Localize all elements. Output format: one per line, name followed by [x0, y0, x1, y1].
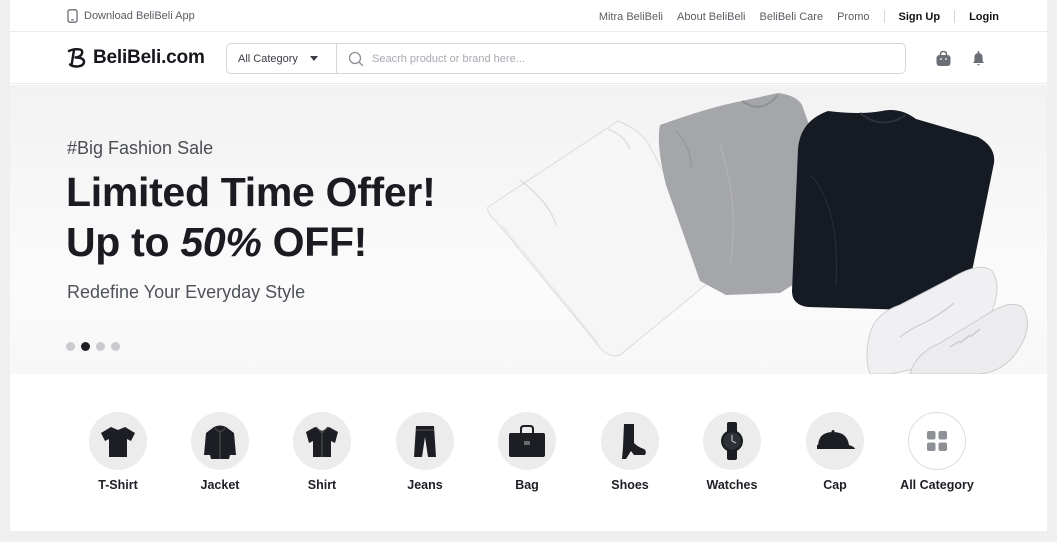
- shirt-icon: [306, 426, 338, 457]
- category-icon-wrap: [191, 412, 249, 470]
- carousel-dot-4[interactable]: [111, 342, 120, 351]
- search-icon: [348, 51, 364, 66]
- headline-suffix: OFF!: [261, 219, 368, 265]
- headline-line-1: Limited Time Offer!: [66, 169, 436, 215]
- grid-icon: [927, 431, 947, 451]
- search-field: [337, 44, 905, 73]
- category-label: Jeans: [407, 478, 443, 492]
- tshirt-icon: [101, 427, 135, 457]
- category-label: T-Shirt: [98, 478, 138, 492]
- category-label: Shirt: [307, 478, 337, 492]
- link-promo[interactable]: Promo: [837, 11, 869, 23]
- bell-icon[interactable]: [970, 50, 987, 67]
- divider: [954, 10, 956, 23]
- category-watches[interactable]: Watches: [677, 412, 787, 492]
- category-shoes[interactable]: Shoes: [575, 412, 685, 492]
- category-label: Cap: [823, 478, 847, 492]
- download-app-link[interactable]: Download BeliBeli App: [67, 9, 195, 23]
- hero-product-image: [487, 93, 1028, 374]
- category-label: Jacket: [200, 478, 240, 492]
- carousel-dots: [66, 342, 126, 351]
- link-care[interactable]: BeliBeli Care: [760, 11, 824, 23]
- download-app-label: Download BeliBeli App: [84, 10, 195, 22]
- caret-down-icon: [309, 56, 318, 61]
- search-input[interactable]: [372, 52, 872, 65]
- headline-line-2: Up to 50% OFF!: [66, 217, 435, 267]
- category-select-value: All Category: [238, 52, 298, 65]
- category-icon-wrap: [89, 412, 147, 470]
- search-bar: All Category: [226, 43, 906, 74]
- jacket-icon: [204, 425, 236, 459]
- shoes-icon: [622, 424, 646, 459]
- signup-link[interactable]: Sign Up: [899, 11, 941, 23]
- category-all[interactable]: All Category: [882, 412, 992, 492]
- category-icon-wrap: [498, 412, 556, 470]
- main-header: BeliBeli.com All Category: [10, 33, 1047, 84]
- carousel-dot-1[interactable]: [66, 342, 75, 351]
- category-icon-wrap: [908, 412, 966, 470]
- site-logo[interactable]: BeliBeli.com: [66, 47, 205, 69]
- page: Download BeliBeli App Mitra BeliBeli Abo…: [10, 0, 1047, 542]
- category-label: All Category: [900, 478, 974, 492]
- login-link[interactable]: Login: [969, 11, 999, 23]
- category-icon-wrap: [293, 412, 351, 470]
- category-label: Shoes: [611, 478, 649, 492]
- headline-prefix: Up to: [66, 219, 181, 265]
- category-label: Bag: [515, 478, 539, 492]
- section-divider: [10, 531, 1047, 542]
- category-icon-wrap: [806, 412, 864, 470]
- link-mitra[interactable]: Mitra BeliBeli: [599, 11, 663, 23]
- carousel-dot-3[interactable]: [96, 342, 105, 351]
- hero-banner[interactable]: #Big Fashion Sale Limited Time Offer! Up…: [10, 85, 1047, 374]
- category-icon-wrap: [601, 412, 659, 470]
- category-select[interactable]: All Category: [227, 44, 337, 73]
- divider: [883, 10, 885, 23]
- top-bar: Download BeliBeli App Mitra BeliBeli Abo…: [10, 0, 1047, 32]
- link-about[interactable]: About BeliBeli: [677, 11, 746, 23]
- category-icon-wrap: [396, 412, 454, 470]
- cap-icon: [817, 430, 855, 449]
- carousel-dot-2[interactable]: [81, 342, 90, 351]
- watch-icon: [721, 422, 743, 460]
- category-bag[interactable]: Bag: [472, 412, 582, 492]
- category-shirt[interactable]: Shirt: [267, 412, 377, 492]
- category-jacket[interactable]: Jacket: [165, 412, 275, 492]
- logo-mark-icon: [67, 48, 86, 68]
- phone-icon: [67, 9, 78, 23]
- category-label: Watches: [706, 478, 758, 492]
- shopping-bag-icon[interactable]: [935, 50, 952, 67]
- category-cap[interactable]: Cap: [780, 412, 890, 492]
- category-icon-wrap: [703, 412, 761, 470]
- logo-text: BeliBeli.com: [93, 47, 205, 68]
- hero-tag: #Big Fashion Sale: [67, 138, 214, 158]
- hero-headline: Limited Time Offer! Up to 50% OFF!: [66, 167, 436, 267]
- category-tshirt[interactable]: T-Shirt: [63, 412, 173, 492]
- bag-icon: [509, 425, 545, 457]
- headline-discount: 50%: [180, 219, 262, 265]
- category-row: T-Shirt Jacket Shirt Jeans Bag Shoes Wat…: [10, 374, 1047, 531]
- hero-subtitle: Redefine Your Everyday Style: [67, 282, 306, 302]
- category-jeans[interactable]: Jeans: [370, 412, 480, 492]
- top-links: Mitra BeliBeli About BeliBeli BeliBeli C…: [585, 10, 999, 23]
- jeans-icon: [414, 426, 436, 457]
